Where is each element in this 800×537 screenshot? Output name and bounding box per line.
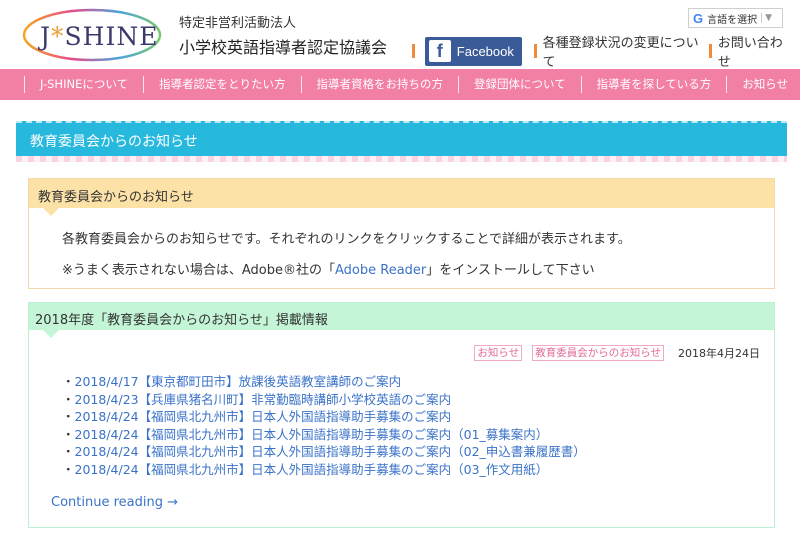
list-item-link[interactable]: 2018/4/24【福岡県北九州市】日本人外国語指導助手募集のご案内（02_申込… bbox=[75, 444, 586, 459]
nav-item-organizations[interactable]: 登録団体について bbox=[458, 76, 581, 93]
post-date: 2018年4月24日 bbox=[678, 347, 760, 360]
notice-adobe-post: 」をインストールして下さい bbox=[426, 263, 595, 278]
page-title: 教育委員会からのお知らせ bbox=[30, 134, 198, 150]
post-heading: 2018年度「教育委員会からのお知らせ」掲載情報 bbox=[29, 303, 774, 338]
divider-bar bbox=[533, 44, 537, 58]
facebook-icon: f bbox=[428, 40, 451, 62]
notice-adobe-pre: ※うまく表示されない場合は、Adobe®社の「 bbox=[62, 263, 336, 278]
notice-adobe-text: ※うまく表示されない場合は、Adobe®社の「Adobe Reader」をインス… bbox=[62, 259, 595, 278]
divider-bar bbox=[708, 44, 712, 58]
list-item-link[interactable]: 2018/4/17【東京都町田市】放課後英語教室講師のご案内 bbox=[75, 374, 402, 389]
post-box: 2018年度「教育委員会からのお知らせ」掲載情報 お知らせ 教育委員会からのお知… bbox=[28, 302, 775, 528]
list-item[interactable]: ・2018/4/24【福岡県北九州市】日本人外国語指導助手募集のご案内（03_作… bbox=[62, 461, 586, 479]
notice-text: 各教育委員会からのお知らせです。それぞれのリンクをクリックすることで詳細が表示さ… bbox=[62, 232, 631, 247]
continue-reading-link[interactable]: Continue reading → bbox=[51, 495, 178, 510]
list-item[interactable]: ・2018/4/23【兵庫県猪名川町】非常勤臨時講師小学校英語のご案内 bbox=[62, 391, 586, 409]
header-links: f Facebook 各種登録状況の変更について お問い合わせ bbox=[412, 36, 800, 70]
post-meta: お知らせ 教育委員会からのお知らせ 2018年4月24日 bbox=[464, 345, 760, 361]
tag-board-news[interactable]: 教育委員会からのお知らせ bbox=[532, 345, 664, 361]
list-item[interactable]: ・2018/4/24【福岡県北九州市】日本人外国語指導助手募集のご案内（02_申… bbox=[62, 443, 586, 461]
list-item-link[interactable]: 2018/4/24【福岡県北九州市】日本人外国語指導助手募集のご案内（03_作文… bbox=[75, 462, 549, 477]
chevron-down-icon: ▼ bbox=[761, 13, 772, 23]
facebook-button[interactable]: f Facebook bbox=[424, 36, 522, 66]
google-icon: G bbox=[693, 10, 704, 26]
site-header: J*SHINE 特定非営利活動法人 小学校英語指導者認定協議会 G 言語を選択 … bbox=[0, 0, 800, 70]
nav-item-find-instructor[interactable]: 指導者を探している方 bbox=[580, 76, 727, 93]
divider-bar bbox=[412, 44, 415, 58]
jshine-logo[interactable]: J*SHINE bbox=[22, 8, 162, 62]
org-type: 特定非営利活動法人 bbox=[179, 16, 297, 31]
link-registration-change[interactable]: 各種登録状況の変更について bbox=[543, 32, 699, 70]
adobe-reader-link[interactable]: Adobe Reader bbox=[335, 263, 426, 278]
list-item[interactable]: ・2018/4/17【東京都町田市】放課後英語教室講師のご案内 bbox=[62, 373, 586, 391]
link-contact[interactable]: お問い合わせ bbox=[718, 32, 790, 70]
org-name: 小学校英語指導者認定協議会 bbox=[179, 38, 388, 57]
language-select-label: 言語を選択 bbox=[707, 14, 758, 26]
list-item-link[interactable]: 2018/4/24【福岡県北九州市】日本人外国語指導助手募集のご案内（01_募集… bbox=[75, 427, 549, 442]
notice-box: 教育委員会からのお知らせ 各教育委員会からのお知らせです。それぞれのリンクをクリ… bbox=[28, 178, 775, 289]
tag-news[interactable]: お知らせ bbox=[474, 345, 523, 361]
nav-item-about[interactable]: J-SHINEについて bbox=[24, 76, 143, 93]
title-decoration bbox=[16, 156, 787, 162]
facebook-label: Facebook bbox=[456, 43, 514, 59]
list-item[interactable]: ・2018/4/24【福岡県北九州市】日本人外国語指導助手募集のご案内 bbox=[62, 408, 586, 426]
nav-item-news[interactable]: お知らせ bbox=[726, 76, 800, 93]
page-title-band: 教育委員会からのお知らせ bbox=[16, 121, 787, 156]
main-nav: J-SHINEについて 指導者認定をとりたい方 指導者資格をお持ちの方 登録団体… bbox=[0, 69, 800, 100]
list-item-link[interactable]: 2018/4/24【福岡県北九州市】日本人外国語指導助手募集のご案内 bbox=[75, 409, 452, 424]
list-item-link[interactable]: 2018/4/23【兵庫県猪名川町】非常勤臨時講師小学校英語のご案内 bbox=[75, 392, 452, 407]
language-select[interactable]: G 言語を選択 ▼ bbox=[688, 8, 783, 28]
list-item[interactable]: ・2018/4/24【福岡県北九州市】日本人外国語指導助手募集のご案内（01_募… bbox=[62, 426, 586, 444]
logo-wordmark: J*SHINE bbox=[40, 22, 159, 51]
post-link-list: ・2018/4/17【東京都町田市】放課後英語教室講師のご案内 ・2018/4/… bbox=[62, 373, 586, 478]
nav-item-qualified[interactable]: 指導者資格をお持ちの方 bbox=[300, 76, 459, 93]
notice-heading: 教育委員会からのお知らせ bbox=[29, 179, 774, 216]
nav-item-certification[interactable]: 指導者認定をとりたい方 bbox=[143, 76, 301, 93]
